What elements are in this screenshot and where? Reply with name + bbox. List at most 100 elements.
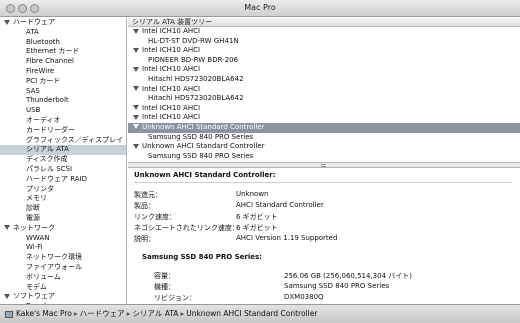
- sidebar-item[interactable]: Bluetooth: [0, 38, 126, 48]
- tree-controller-row[interactable]: Unknown AHCI Standard Controller: [128, 142, 520, 152]
- sidebar-item-label: 診断: [26, 204, 40, 213]
- disclosure-triangle-icon[interactable]: [133, 86, 139, 92]
- path-bar: Kake's Mac Pro ▸ ハードウェア ▸ シリアル ATA ▸ Unknown A…: [0, 304, 520, 323]
- sidebar-item[interactable]: ネットワーク環境: [0, 253, 126, 263]
- path-segment[interactable]: シリアル ATA: [132, 309, 178, 318]
- sidebar-item[interactable]: シリアル ATA: [0, 145, 126, 156]
- property-key: ネゴシエートされたリンク速度：: [134, 224, 239, 232]
- sidebar-item[interactable]: ディスク作成: [0, 155, 126, 165]
- path-segment[interactable]: ハードウェア: [80, 309, 125, 318]
- property-value: Samsung SSD 840 PRO Series: [284, 282, 390, 290]
- tree-row-label: Intel ICH10 AHCI: [142, 84, 201, 93]
- sidebar-item-label: 電源: [26, 213, 40, 222]
- property-value: AHCI Standard Controller: [236, 201, 324, 209]
- sidebar-item[interactable]: Ethernet カード: [0, 47, 126, 57]
- tree-row-label: Intel ICH10 AHCI: [142, 46, 201, 55]
- device-tree[interactable]: シリアル ATA 装置ツリー Intel ICH10 AHCI HL-DT-ST …: [128, 18, 520, 162]
- property-value: 6 ギガビット: [236, 213, 278, 221]
- sidebar-item[interactable]: WWAN: [0, 234, 126, 244]
- property-value: AHCI Version 1.19 Supported: [236, 234, 338, 242]
- sidebar-item[interactable]: プリンタ: [0, 185, 126, 195]
- sidebar-item-label: カードリーダー: [26, 125, 75, 134]
- sidebar-item[interactable]: Fibre Channel: [0, 57, 126, 67]
- property-key: リンク速度：: [134, 213, 176, 221]
- path-segment[interactable]: Unknown AHCI Standard Controller: [186, 309, 317, 318]
- disclosure-triangle-icon[interactable]: [4, 293, 10, 299]
- disclosure-triangle-icon[interactable]: [4, 19, 10, 25]
- sidebar-item[interactable]: PCI カード: [0, 77, 126, 87]
- tree-column-header[interactable]: シリアル ATA 装置ツリー: [128, 18, 520, 27]
- tree-device-row[interactable]: Samsung SSD 840 PRO Series: [128, 152, 520, 162]
- sidebar-item-label: Thunderbolt: [26, 96, 69, 105]
- sidebar-item[interactable]: パラレル SCSI: [0, 165, 126, 175]
- tree-controller-row[interactable]: Intel ICH10 AHCI: [128, 85, 520, 95]
- sidebar-item[interactable]: オーディオ: [0, 116, 126, 126]
- sidebar-group[interactable]: ハードウェア: [0, 18, 126, 28]
- path-segment[interactable]: Kake's Mac Pro: [16, 309, 72, 318]
- disclosure-triangle-icon[interactable]: [4, 225, 10, 231]
- tree-row-label: Intel ICH10 AHCI: [142, 27, 201, 35]
- sidebar-item[interactable]: Wi-Fi: [0, 243, 126, 253]
- sidebar-item[interactable]: メモリ: [0, 194, 126, 204]
- sidebar-item-label: Ethernet カード: [26, 47, 80, 56]
- tree-controller-row[interactable]: Intel ICH10 AHCI: [128, 27, 520, 37]
- tree-row-label: PIONEER BD-RW BDR-206: [148, 55, 239, 64]
- tree-controller-row[interactable]: Intel ICH10 AHCI: [128, 113, 520, 123]
- tree-row-label: Hitachi HDS723020BLA642: [148, 74, 244, 83]
- property-value: 6 ギガビット: [236, 224, 278, 232]
- disclosure-triangle-icon[interactable]: [133, 105, 139, 111]
- disclosure-triangle-icon[interactable]: [133, 47, 139, 53]
- tree-controller-row[interactable]: Intel ICH10 AHCI: [128, 104, 520, 114]
- tree-row-label: Intel ICH10 AHCI: [142, 113, 201, 122]
- sidebar-item[interactable]: ハードウェア RAID: [0, 175, 126, 185]
- sidebar-item-label: ボリューム: [26, 272, 61, 281]
- sidebar-item-label: PCI カード: [26, 76, 61, 85]
- disclosure-triangle-icon[interactable]: [133, 114, 139, 120]
- property-key: 製品：: [134, 202, 155, 210]
- tree-row-label: Samsung SSD 840 PRO Series: [148, 132, 254, 141]
- detail-title: Unknown AHCI Standard Controller:: [134, 171, 276, 179]
- sidebar-item[interactable]: 電源: [0, 214, 126, 224]
- tree-row-label: HL-DT-ST DVD-RW GH41N: [148, 36, 239, 45]
- disclosure-triangle-icon[interactable]: [133, 66, 139, 72]
- sidebar-item[interactable]: SAS: [0, 87, 126, 97]
- sidebar-item-label: グラフィックス／ディスプレイ: [26, 135, 124, 144]
- sidebar-item[interactable]: グラフィックス／ディスプレイ: [0, 136, 126, 146]
- sidebar-group[interactable]: ソフトウェア: [0, 292, 126, 302]
- splitter-grip-icon[interactable]: [321, 164, 326, 167]
- disclosure-triangle-icon[interactable]: [133, 143, 139, 149]
- disclosure-triangle-icon[interactable]: [133, 28, 139, 34]
- sidebar-group[interactable]: ネットワーク: [0, 224, 126, 234]
- sidebar-category-list[interactable]: ハードウェア ATA Bluetooth Ethernet カード Fibre Chan…: [0, 18, 127, 304]
- sidebar-item-label: ハードウェア: [13, 18, 55, 26]
- tree-row-label: Unknown AHCI Standard Controller: [142, 122, 265, 131]
- property-key: 容量：: [154, 272, 175, 280]
- sidebar-item[interactable]: ファイアウォール: [0, 263, 126, 273]
- detail-divider: [134, 182, 512, 183]
- sidebar-item-label: ディスク作成: [26, 155, 68, 164]
- tree-device-row[interactable]: PIONEER BD-RW BDR-206: [128, 56, 520, 66]
- tree-device-row[interactable]: HL-DT-ST DVD-RW GH41N: [128, 37, 520, 47]
- sidebar-item[interactable]: ボリューム: [0, 273, 126, 283]
- sidebar-item[interactable]: USB: [0, 106, 126, 116]
- sidebar-item[interactable]: カードリーダー: [0, 126, 126, 136]
- tree-controller-row[interactable]: Unknown AHCI Standard Controller: [128, 122, 520, 133]
- sidebar-item[interactable]: Thunderbolt: [0, 96, 126, 106]
- sidebar-item-label: Bluetooth: [26, 37, 60, 46]
- disclosure-triangle-icon[interactable]: [133, 124, 139, 130]
- property-key: リビジョン：: [154, 294, 196, 302]
- sidebar-item-label: ネットワーク環境: [26, 253, 82, 262]
- sidebar-item[interactable]: モデム: [0, 283, 126, 293]
- tree-device-row[interactable]: Hitachi HDS723020BLA642: [128, 94, 520, 104]
- tree-controller-row[interactable]: Intel ICH10 AHCI: [128, 65, 520, 75]
- sidebar-item-label: オーディオ: [26, 115, 61, 124]
- tree-controller-row[interactable]: Intel ICH10 AHCI: [128, 46, 520, 56]
- sidebar-item[interactable]: 診断: [0, 204, 126, 214]
- sidebar-item[interactable]: FireWire: [0, 67, 126, 77]
- pane-splitter[interactable]: [128, 162, 520, 168]
- sidebar-item[interactable]: ATA: [0, 28, 126, 38]
- title-bar: Mac Pro: [0, 0, 520, 17]
- tree-device-row[interactable]: Samsung SSD 840 PRO Series: [128, 133, 520, 143]
- tree-device-row[interactable]: Hitachi HDS723020BLA642: [128, 75, 520, 85]
- sidebar-item-label: シリアル ATA: [26, 145, 69, 154]
